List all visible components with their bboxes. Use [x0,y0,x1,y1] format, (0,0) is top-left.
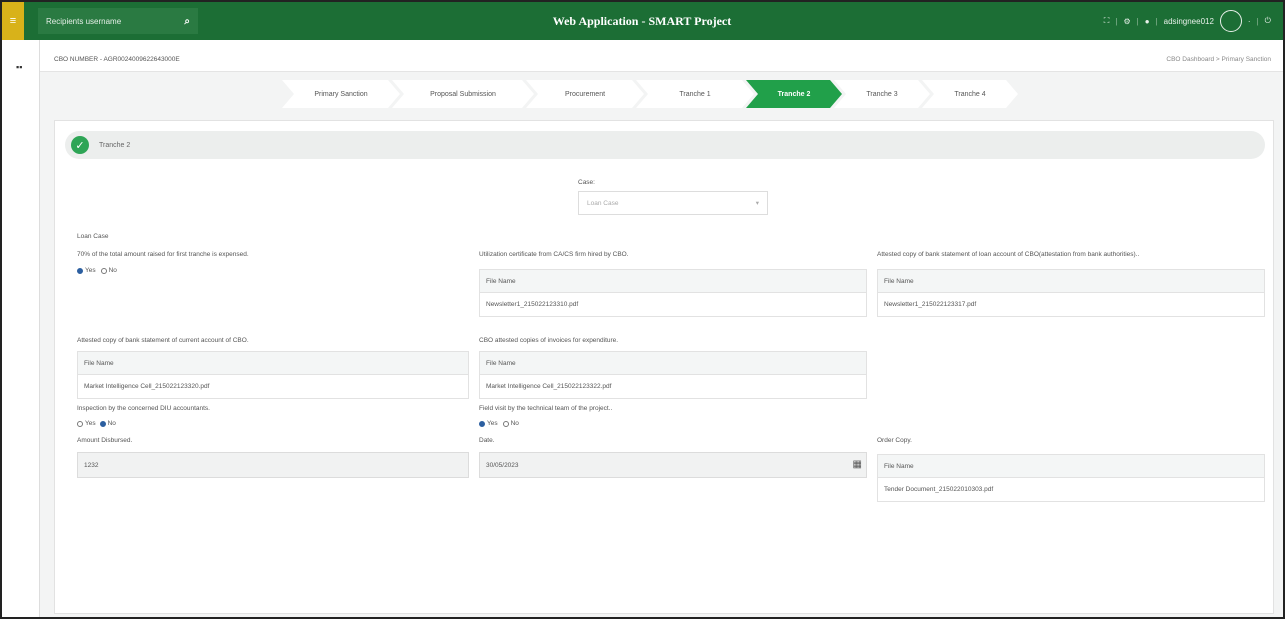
field-visit-no-label: No [510,420,519,427]
expensed-no-radio[interactable] [100,267,107,274]
check-circle-icon: ✓ [71,136,89,154]
fullscreen-icon[interactable]: ⛶ [1104,16,1110,26]
utilization-file-table: File Name Newsletter1_215022123310.pdf [479,269,867,317]
step-tranche-4[interactable]: Tranche 4 [922,80,1018,108]
step-procurement[interactable]: Procurement [526,80,644,108]
cbo-number: CBO NUMBER - AGR0024009622643000E [54,56,180,63]
attested-current-label: Attested copy of bank statement of curre… [77,337,249,344]
case-select[interactable]: Loan Case ▾ [578,191,768,215]
app-title: Web Application - SMART Project [552,13,732,28]
expensed-no-label: No [108,267,117,274]
stepper: Primary Sanction Proposal Submission Pro… [282,80,1010,108]
date-field[interactable]: 30/05/2023 ▦ [479,452,867,478]
date-label: Date. [479,437,495,444]
grid-icon[interactable]: ▪▪ [16,62,22,72]
amount-field[interactable]: 1232 [77,452,469,478]
file-name-header: File Name [878,270,1264,293]
expensed-radio-group: Yes No [77,267,117,274]
section-header[interactable]: ✓ Tranche 2 [65,131,1265,159]
case-value: Loan Case [587,199,619,207]
left-rail: ▪▪ [2,40,40,617]
chevron-down-icon: ▾ [755,200,759,207]
search-placeholder: Recipients username [46,16,122,26]
file-name-header: File Name [480,352,866,375]
search-icon[interactable]: ⌕ [184,16,190,27]
chevron-down-icon[interactable]: · [1248,17,1251,26]
gear-icon[interactable]: ⚙ [1123,17,1130,26]
crumb-bar: CBO NUMBER - AGR0024009622643000E CBO Da… [40,40,1283,72]
amount-label: Amount Disbursed. [77,437,133,444]
inspection-yes-radio[interactable] [77,420,83,427]
inspection-radio-group: Yes No [77,420,116,427]
divider: | [1115,16,1118,26]
order-copy-label: Order Copy. [877,437,912,444]
section-title: Tranche 2 [99,141,131,149]
inspection-label: Inspection by the concerned DIU accounta… [77,405,210,412]
date-value: 30/05/2023 [486,461,519,469]
file-name-header: File Name [480,270,866,293]
order-copy-file-table: File Name Tender Document_215022010303.p… [877,454,1265,502]
file-name-header: File Name [78,352,468,375]
avatar[interactable] [1219,10,1242,32]
app-frame: ≡ Recipients username ⌕ Web Application … [0,0,1285,619]
utilization-label: Utilization certificate from CA/CS firm … [479,251,629,258]
invoices-label: CBO attested copies of invoices for expe… [479,337,619,344]
expensed-yes-label: Yes [85,267,96,274]
expensed-yes-radio[interactable] [77,267,83,274]
divider: | [1136,16,1139,26]
search-input[interactable]: Recipients username ⌕ [38,8,198,34]
attested-loan-file-table: File Name Newsletter1_215022123317.pdf [877,269,1265,317]
field-visit-label: Field visit by the technical team of the… [479,405,613,412]
field-visit-yes-label: Yes [487,420,498,427]
order-copy-file-link[interactable]: Tender Document_215022010303.pdf [878,478,1264,501]
top-bar: ≡ Recipients username ⌕ Web Application … [2,2,1283,40]
breadcrumb[interactable]: CBO Dashboard > Primary Sanction [1166,56,1271,63]
divider: | [1256,16,1259,26]
case-label: Case: [578,179,595,186]
attested-current-file-table: File Name Market Intelligence Cell_21502… [77,351,469,399]
username[interactable]: adsingnee012 [1164,17,1214,26]
file-name-header: File Name [878,455,1264,478]
step-proposal-submission[interactable]: Proposal Submission [392,80,534,108]
inspection-yes-label: Yes [85,420,96,427]
field-visit-yes-radio[interactable] [479,420,485,427]
inspection-no-radio[interactable] [99,420,106,427]
attested-current-file-link[interactable]: Market Intelligence Cell_215022123320.pd… [78,375,468,398]
step-tranche-3[interactable]: Tranche 3 [834,80,930,108]
invoices-file-table: File Name Market Intelligence Cell_21502… [479,351,867,399]
inspection-no-label: No [107,420,116,427]
step-tranche-1[interactable]: Tranche 1 [636,80,754,108]
bell-icon[interactable]: ● [1145,17,1150,26]
hamburger-icon[interactable]: ≡ [2,2,24,40]
loan-case-heading: Loan Case [77,233,109,240]
attested-loan-label: Attested copy of bank statement of loan … [877,251,1140,258]
power-icon[interactable]: ⏻ [1265,16,1271,26]
header-actions: ⛶ | ⚙ | ● | adsingnee012 · | ⏻ [1104,2,1271,40]
divider: | [1155,16,1158,26]
invoices-file-link[interactable]: Market Intelligence Cell_215022123322.pd… [480,375,866,398]
tranche-panel: ✓ Tranche 2 Case: Loan Case ▾ Loan Case … [54,120,1274,614]
step-primary-sanction[interactable]: Primary Sanction [282,80,400,108]
step-tranche-2[interactable]: Tranche 2 [746,80,842,108]
utilization-file-link[interactable]: Newsletter1_215022123310.pdf [480,293,866,316]
attested-loan-file-link[interactable]: Newsletter1_215022123317.pdf [878,293,1264,316]
calendar-icon[interactable]: ▦ [853,459,862,470]
field-visit-radio-group: Yes No [479,420,519,427]
expensed-label: 70% of the total amount raised for first… [77,251,249,258]
field-visit-no-radio[interactable] [502,420,509,427]
